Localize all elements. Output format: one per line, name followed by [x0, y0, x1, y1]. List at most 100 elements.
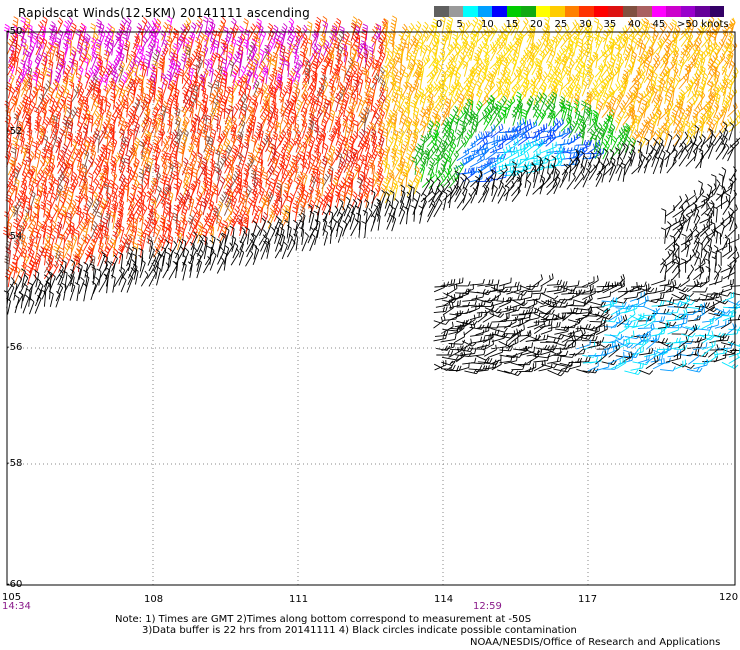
scale-swatch — [651, 6, 666, 17]
wind-barb — [108, 179, 115, 197]
wind-barb — [686, 80, 694, 98]
wind-barb — [688, 351, 700, 365]
wind-barb — [237, 114, 246, 133]
wind-barb — [381, 156, 388, 173]
wind-barb — [82, 282, 88, 302]
lat-label-56: -56 — [6, 342, 23, 353]
wind-barb — [165, 251, 171, 271]
wind-barb — [462, 60, 469, 77]
wind-barb — [617, 164, 623, 182]
wind-barb — [532, 274, 543, 288]
wind-barb — [21, 101, 28, 119]
wind-barb — [392, 198, 399, 216]
wind-barb — [697, 121, 704, 140]
wind-barb — [672, 286, 689, 293]
wind-barb — [722, 143, 730, 160]
wind-barb — [665, 258, 676, 274]
wind-barb — [335, 191, 341, 209]
wind-barb — [291, 43, 299, 64]
lon-label-108: 108 — [144, 594, 164, 605]
wind-barb — [693, 89, 701, 106]
wind-barb — [615, 114, 622, 131]
wind-barb — [78, 276, 85, 294]
wind-barb — [592, 90, 600, 110]
scale-swatch — [477, 6, 492, 17]
wind-barb — [90, 23, 96, 43]
wind-barb — [418, 205, 424, 224]
wind-barb — [705, 266, 711, 280]
wind-barb — [455, 137, 467, 154]
wind-barb — [526, 281, 540, 287]
wind-barb — [63, 170, 70, 188]
wind-barb — [643, 287, 658, 295]
wind-barb — [302, 65, 312, 84]
wind-barb — [308, 135, 316, 155]
wind-barb — [313, 123, 320, 140]
wind-barb — [161, 135, 170, 153]
lat-label-60: -60 — [6, 579, 23, 590]
wind-barb — [525, 179, 532, 197]
wind-barb — [652, 155, 660, 175]
wind-barb — [665, 221, 672, 238]
wind-barb — [178, 68, 184, 84]
wind-barb — [469, 349, 486, 357]
wind-barb — [636, 140, 642, 159]
wind-barb — [527, 319, 540, 329]
wind-barb — [433, 363, 451, 372]
wind-barb — [426, 203, 436, 223]
wind-barb — [337, 225, 344, 243]
wind-barb — [71, 140, 78, 160]
wind-barb — [485, 146, 498, 161]
wind-barb — [342, 220, 348, 237]
scale-swatch — [593, 6, 608, 17]
wind-barb — [547, 356, 562, 364]
wind-barb — [685, 58, 696, 76]
scale-swatch — [666, 6, 681, 17]
scale-swatch — [448, 6, 463, 17]
wind-barb — [707, 141, 714, 159]
wind-barb — [475, 355, 490, 361]
wind-barb — [40, 201, 47, 218]
wind-barb — [160, 199, 166, 217]
wind-barb — [433, 306, 448, 314]
lat-label-52: -52 — [6, 126, 23, 137]
wind-barb — [274, 232, 281, 252]
wind-barb — [694, 330, 710, 337]
scale-label: 25 — [554, 19, 568, 30]
wind-barb — [70, 86, 80, 104]
wind-barb — [477, 279, 494, 287]
wind-barb — [442, 149, 451, 168]
wind-barb — [33, 241, 39, 259]
scale-swatch — [608, 6, 623, 17]
credit-line: NOAA/NESDIS/Office of Research and Appli… — [470, 637, 721, 648]
wind-barb — [711, 256, 717, 273]
wind-barb — [468, 365, 486, 371]
wind-barb — [4, 150, 12, 168]
scale-swatch — [680, 6, 695, 17]
wind-barbs — [3, 14, 740, 377]
wind-barb — [260, 211, 269, 231]
wind-barb — [53, 227, 60, 245]
wind-barb — [686, 264, 695, 280]
wind-barb — [148, 268, 157, 287]
wind-barb — [162, 262, 170, 279]
wind-barb — [611, 298, 627, 304]
scale-swatch — [564, 6, 579, 17]
wind-barb — [405, 148, 413, 169]
wind-barb — [54, 81, 60, 99]
wind-barb — [292, 122, 300, 141]
wind-barb — [364, 121, 374, 140]
scale-swatch — [434, 6, 449, 17]
wind-barb — [692, 287, 708, 293]
wind-barb — [259, 99, 269, 118]
scale-swatch — [463, 6, 478, 17]
wind-barb — [454, 331, 466, 343]
wind-barb — [662, 85, 669, 104]
wind-barb — [413, 20, 422, 41]
scale-swatch — [492, 6, 507, 17]
wind-barb — [299, 151, 306, 169]
wind-barb — [140, 119, 150, 139]
wind-barb — [138, 214, 144, 231]
wind-barb — [74, 282, 80, 302]
wind-barb — [602, 337, 618, 343]
